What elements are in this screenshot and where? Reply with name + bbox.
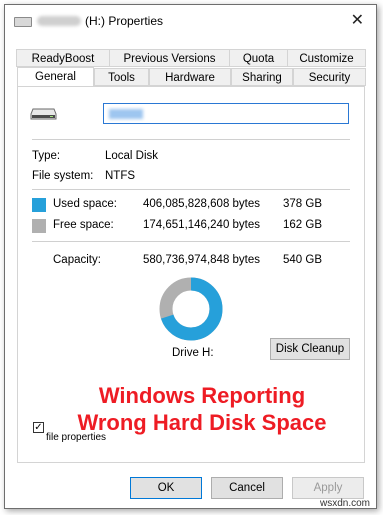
separator [32, 139, 350, 140]
hard-drive-icon [30, 108, 57, 120]
type-value: Local Disk [105, 150, 159, 162]
capacity-gb: 540 GB [283, 254, 322, 266]
used-space-gb: 378 GB [283, 198, 322, 210]
headline-line-1: Windows Reporting [98, 383, 306, 408]
headline-overlay: Windows Reporting Wrong Hard Disk Space [57, 382, 347, 436]
watermark: wsxdn.com [320, 498, 371, 509]
free-space-gb: 162 GB [283, 219, 322, 231]
used-space-bytes: 406,085,828,608 bytes [143, 198, 261, 210]
tab-hardware[interactable]: Hardware [149, 68, 231, 86]
title-bar[interactable]: (H:) Properties ✕ [5, 5, 376, 37]
window-title: (H:) Properties [85, 14, 164, 28]
separator [32, 189, 350, 190]
apply-button[interactable]: Apply [292, 477, 364, 499]
capacity-label: Capacity: [53, 254, 101, 266]
cancel-button[interactable]: Cancel [211, 477, 283, 499]
used-space-label: Used space: [53, 198, 117, 210]
capacity-bytes: 580,736,974,848 bytes [143, 254, 261, 266]
filesystem-label: File system: [32, 170, 94, 182]
separator [32, 241, 350, 242]
free-space-bytes: 174,651,146,240 bytes [143, 219, 261, 231]
filesystem-value: NTFS [105, 170, 136, 182]
tab-general[interactable]: General [17, 67, 94, 87]
tab-quota[interactable]: Quota [229, 49, 288, 67]
disk-cleanup-button[interactable]: Disk Cleanup [270, 338, 350, 360]
tab-security[interactable]: Security [293, 68, 366, 86]
free-space-swatch [32, 219, 46, 233]
drive-letter-label: Drive H: [172, 347, 214, 359]
tab-readyboost[interactable]: ReadyBoost [16, 49, 110, 67]
tab-previous-versions[interactable]: Previous Versions [109, 49, 230, 67]
tab-customize[interactable]: Customize [287, 49, 366, 67]
checkmark-icon: ✓ [34, 422, 43, 433]
volume-name-input[interactable] [103, 103, 349, 124]
blurred-volume-name [37, 16, 81, 26]
headline-line-2: Wrong Hard Disk Space [77, 410, 327, 435]
used-space-swatch [32, 198, 46, 212]
disk-usage-donut [159, 277, 223, 341]
free-space-label: Free space: [53, 219, 114, 231]
blurred-volume-label [109, 109, 143, 119]
close-icon[interactable]: ✕ [351, 10, 364, 30]
tab-sharing[interactable]: Sharing [231, 68, 293, 86]
ok-button[interactable]: OK [130, 477, 202, 499]
type-label: Type: [32, 150, 61, 162]
tab-tools[interactable]: Tools [94, 68, 149, 86]
index-checkbox[interactable]: ✓ [33, 422, 44, 433]
drive-title-icon [14, 17, 32, 27]
